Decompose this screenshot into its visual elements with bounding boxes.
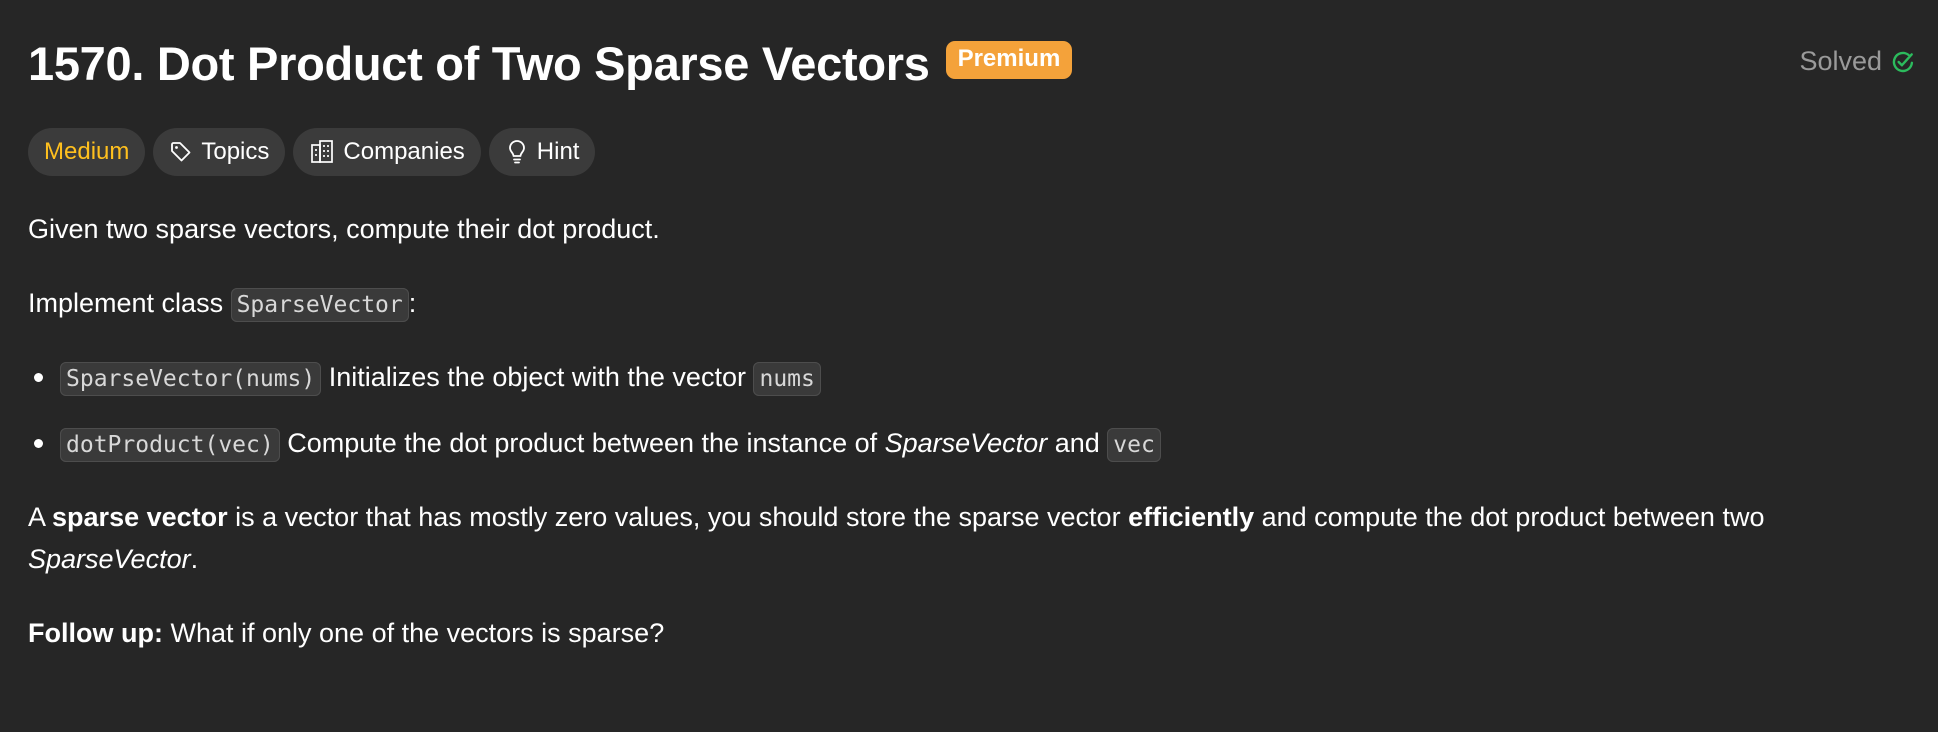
follow-up-paragraph: Follow up: What if only one of the vecto… [28,612,664,654]
sparse-definition-paragraph-line2: SparseVector. [28,538,198,580]
and-text: and [1047,428,1108,458]
para-text: . [190,544,199,574]
constructor-code: SparseVector(nums) [60,362,322,396]
efficiently-bold: efficiently [1128,502,1255,532]
building-icon [309,139,335,165]
follow-up-label: Follow up: [28,618,163,648]
companies-tag[interactable]: Companies [293,128,481,176]
follow-up-text: What if only one of the vectors is spars… [162,618,665,648]
solved-label: Solved [1799,46,1882,76]
bullet-dot [34,373,43,382]
implement-paragraph: Implement class SparseVector: [28,282,416,326]
sparse-vector-bold: sparse vector [52,502,228,532]
para-text: is a vector that has mostly zero values,… [227,502,1129,532]
solved-status: Solved [1799,46,1916,77]
sparse-definition-paragraph: A sparse vector is a vector that has mos… [28,496,1764,538]
bullet-dot [34,439,43,448]
para-text: A [28,502,53,532]
topics-tag[interactable]: Topics [153,128,286,176]
list-item-constructor: SparseVector(nums) Initializes the objec… [60,356,821,400]
problem-title[interactable]: 1570. Dot Product of Two Sparse Vectors [28,36,930,91]
nums-code: nums [753,362,821,396]
class-name-code: SparseVector [230,288,409,322]
intro-paragraph: Given two sparse vectors, compute their … [28,214,660,244]
problem-description-panel: 1570. Dot Product of Two Sparse Vectors … [0,0,1938,732]
dot-product-code: dotProduct(vec) [60,428,280,462]
sparse-vector-italic: SparseVector [884,428,1048,458]
implement-suffix: : [408,288,417,318]
check-circle-icon [1892,51,1914,72]
lightbulb-icon [505,139,529,165]
premium-badge[interactable]: Premium [945,40,1073,79]
companies-label: Companies [343,138,465,165]
title-row: 1570. Dot Product of Two Sparse Vectors … [28,36,1073,91]
dot-product-desc: Compute the dot product between the inst… [279,428,885,458]
sparse-vector-italic: SparseVector [28,544,191,574]
difficulty-tag[interactable]: Medium [28,128,146,176]
hint-label: Hint [536,138,580,165]
difficulty-label: Medium [44,138,130,165]
implement-prefix: Implement class [28,288,231,318]
tag-row: Medium Topics Companies Hint [28,128,603,176]
hint-tag[interactable]: Hint [488,128,596,176]
topics-label: Topics [201,138,270,165]
tag-icon [169,140,193,164]
constructor-desc: Initializes the object with the vector [321,362,754,392]
list-item-dot-product: dotProduct(vec) Compute the dot product … [60,422,1161,466]
vec-code: vec [1107,428,1161,462]
para-text: and compute the dot product between two [1254,502,1765,532]
